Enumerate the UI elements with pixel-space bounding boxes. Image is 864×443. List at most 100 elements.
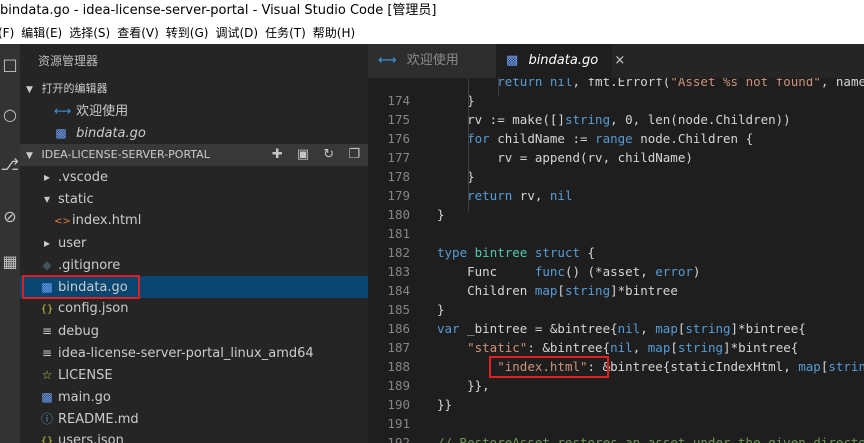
open-editor-bindata[interactable]: ▩ bindata.go bbox=[20, 122, 368, 144]
line-number: 178 bbox=[387, 169, 410, 184]
code-line: 185} bbox=[368, 300, 864, 319]
new-file-icon[interactable]: ✚ bbox=[272, 147, 283, 162]
code-editor[interactable]: return nil, fmt.Errorf("Asset %s not fou… bbox=[368, 78, 864, 443]
code-text: }} bbox=[437, 397, 453, 412]
code-line: 175 rv := make([]string, 0, len(node.Chi… bbox=[368, 110, 864, 129]
files-icon[interactable]: □ bbox=[0, 52, 20, 78]
line-number: 174 bbox=[387, 93, 410, 108]
info-icon: ⓘ bbox=[40, 412, 53, 426]
line-number: 181 bbox=[387, 226, 410, 241]
chevron-down-icon: ▼ bbox=[26, 85, 33, 95]
project-section[interactable]: ▼ IDEA-LICENSE-SERVER-PORTAL ✚ ▣ ↻ ❐ bbox=[20, 144, 368, 166]
tree-item-idea-license-server-portal-linux-amd64[interactable]: ≡ idea-license-server-portal_linux_amd64 bbox=[20, 342, 368, 364]
tab-bindata[interactable]: ▩ bindata.go × bbox=[496, 44, 625, 78]
tree-item-label: .gitignore bbox=[58, 258, 121, 273]
line-number: 184 bbox=[387, 283, 410, 298]
code-text: return nil, fmt.Errorf("Asset %s not fou… bbox=[497, 78, 864, 89]
git-icon: ◆ bbox=[42, 258, 52, 272]
code-text: } bbox=[437, 207, 445, 222]
code-line: return nil, fmt.Errorf("Asset %s not fou… bbox=[368, 78, 864, 91]
code-line: 188 "index.html": &bintree{staticIndexHt… bbox=[368, 357, 864, 376]
file-tree: ▸ .vscode ▾ static <>index.html ▸ user ◆ .gitign… bbox=[20, 166, 368, 443]
open-editors-section[interactable]: ▼ 打开的编辑器 bbox=[20, 78, 368, 100]
line-number: 191 bbox=[387, 416, 410, 431]
tree-item-debug[interactable]: ≡ debug bbox=[20, 320, 368, 342]
tree-item-label: idea-license-server-portal_linux_amd64 bbox=[58, 346, 314, 361]
code-line: 186 var _bintree = &bintree{nil, map[stri… bbox=[368, 319, 864, 338]
search-icon[interactable]: ○ bbox=[0, 102, 20, 128]
tab-bar: ⟷ 欢迎使用 ▩ bindata.go × bbox=[368, 44, 864, 78]
menu-item[interactable]: (F) bbox=[0, 26, 14, 40]
menu-item[interactable]: 查看(V) bbox=[117, 26, 159, 40]
indent-guide bbox=[468, 78, 469, 211]
tree-item-main-go[interactable]: ▩ main.go bbox=[20, 386, 368, 408]
window-title: bindata.go - idea-license-server-portal … bbox=[0, 0, 864, 22]
menu-item[interactable]: 帮助(H) bbox=[313, 26, 355, 40]
line-number: 192 bbox=[387, 435, 410, 443]
debug-icon[interactable]: ⊘ bbox=[0, 204, 20, 230]
line-number: 180 bbox=[387, 207, 410, 222]
activity-bar: □ ○ ⎇ ⊘ ▦ bbox=[0, 44, 20, 443]
tree-item-vscode[interactable]: ▸ .vscode bbox=[20, 166, 368, 188]
tree-item-index-html[interactable]: <>index.html bbox=[20, 210, 368, 232]
code-line: 174 } bbox=[368, 91, 864, 110]
menu-item[interactable]: 调试(D) bbox=[215, 26, 258, 40]
json-icon: {} bbox=[40, 436, 54, 443]
code-line: 181 bbox=[368, 224, 864, 243]
vscode-icon: ⟷ bbox=[54, 104, 72, 118]
chevron-down-icon: ▼ bbox=[26, 151, 33, 161]
line-number: 179 bbox=[387, 188, 410, 203]
chevron-right-icon: ▸ bbox=[43, 236, 51, 250]
tree-item-users-json[interactable]: {} users.json bbox=[20, 430, 368, 443]
close-icon[interactable]: × bbox=[614, 53, 625, 68]
tree-item-label: static bbox=[58, 192, 94, 207]
tree-item-label: main.go bbox=[58, 390, 111, 405]
editor-area: ⟷ 欢迎使用 ▩ bindata.go × return nil, fmt.Er… bbox=[368, 44, 864, 443]
go-file-icon: ▩ bbox=[506, 53, 519, 68]
file-lines-icon: ≡ bbox=[41, 346, 53, 360]
menu-item[interactable]: 选择(S) bbox=[69, 26, 110, 40]
tree-item-config-json[interactable]: {} config.json bbox=[20, 298, 368, 320]
code-line: 190}} bbox=[368, 395, 864, 414]
code-line: 182 type bintree struct { bbox=[368, 243, 864, 262]
tree-item-gitignore[interactable]: ◆ .gitignore bbox=[20, 254, 368, 276]
menu-item[interactable]: 任务(T) bbox=[265, 26, 306, 40]
line-number: 185 bbox=[387, 302, 410, 317]
refresh-icon[interactable]: ↻ bbox=[323, 147, 334, 162]
menu-item[interactable]: 转到(G) bbox=[166, 26, 209, 40]
code-text: // RestoreAsset restores an asset under … bbox=[437, 435, 864, 443]
go-file-icon: ▩ bbox=[55, 126, 67, 140]
line-number: 187 bbox=[387, 340, 410, 355]
tree-item-label: LICENSE bbox=[58, 368, 113, 383]
line-number: 186 bbox=[387, 321, 410, 336]
collapse-all-icon[interactable]: ❐ bbox=[348, 147, 360, 162]
code-text: Children map[string]*bintree bbox=[437, 283, 678, 298]
source-control-icon[interactable]: ⎇ bbox=[0, 152, 20, 178]
code-text: "static": &bintree{nil, map[string]*bint… bbox=[467, 340, 799, 355]
line-number: 182 bbox=[387, 245, 410, 260]
menu-item[interactable]: 编辑(E) bbox=[21, 26, 62, 40]
tab-welcome[interactable]: ⟷ 欢迎使用 bbox=[368, 44, 496, 78]
menu-bar: (F) 编辑(E) 选择(S) 查看(V) 转到(G) 调试(D) 任务(T) 帮助(H) bbox=[0, 22, 864, 44]
tree-item-label: .vscode bbox=[58, 170, 108, 185]
code-text: Func func() (*asset, error) bbox=[437, 264, 701, 279]
open-editor-welcome[interactable]: ⟷ 欢迎使用 bbox=[20, 100, 368, 122]
line-number: 176 bbox=[387, 131, 410, 146]
code-line: 189 }}, bbox=[368, 376, 864, 395]
highlight-bindata-sidebar bbox=[22, 275, 140, 299]
tree-item-license[interactable]: ☆ LICENSE bbox=[20, 364, 368, 386]
code-text: }}, bbox=[437, 378, 490, 393]
code-line: 180} bbox=[368, 205, 864, 224]
indent-guide bbox=[498, 78, 499, 97]
new-folder-icon[interactable]: ▣ bbox=[297, 147, 309, 162]
json-icon: {} bbox=[40, 304, 54, 315]
code-line: 183 Func func() (*asset, error) bbox=[368, 262, 864, 281]
open-editor-label: 欢迎使用 bbox=[76, 104, 129, 119]
tree-item-readme-md[interactable]: ⓘ README.md bbox=[20, 408, 368, 430]
code-text: type bintree struct { bbox=[437, 245, 596, 260]
code-line: 177 rv = append(rv, childName) bbox=[368, 148, 864, 167]
extensions-icon[interactable]: ▦ bbox=[0, 249, 20, 275]
tree-item-user[interactable]: ▸ user bbox=[20, 232, 368, 254]
code-text: rv := make([]string, 0, len(node.Childre… bbox=[437, 112, 791, 127]
tree-item-static[interactable]: ▾ static bbox=[20, 188, 368, 210]
